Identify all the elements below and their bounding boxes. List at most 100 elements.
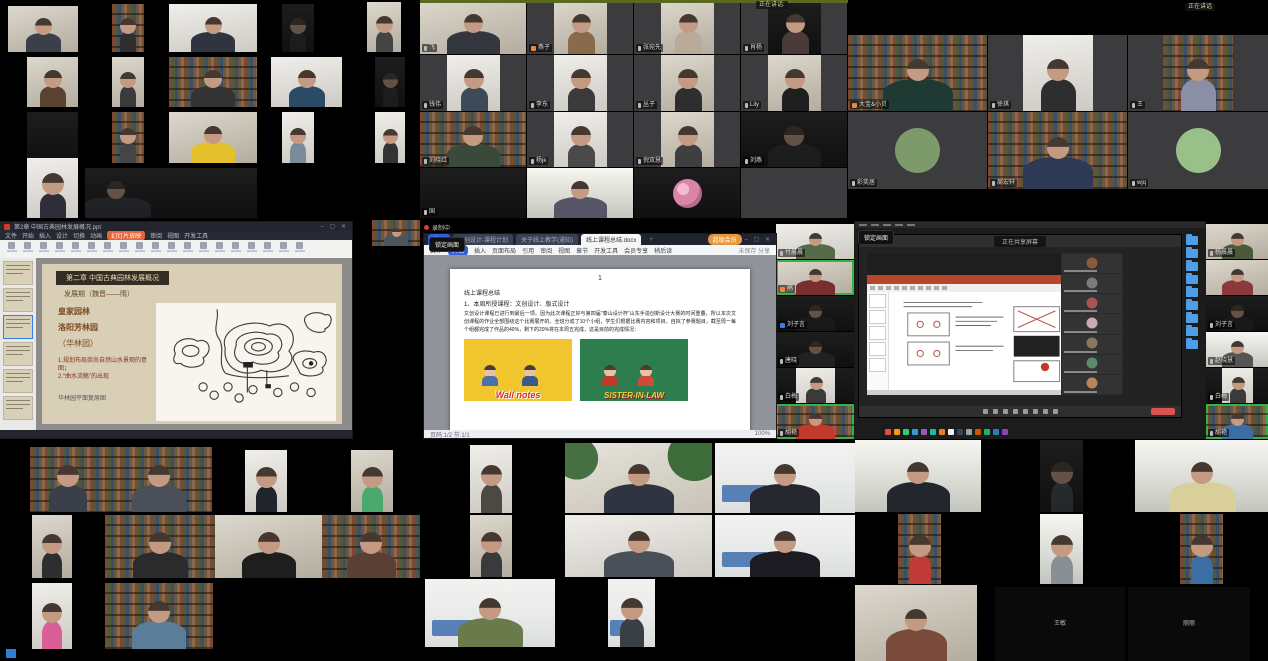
menu-item[interactable]: 审阅 <box>150 231 162 240</box>
toolbar-button[interactable] <box>294 242 305 252</box>
document-tab[interactable]: 关于线上教学(通知) <box>516 234 578 245</box>
video-tile[interactable] <box>32 583 72 649</box>
writer-tab-bar[interactable]: 首页文创设计-课程计划关于线上教学(通知)线上课程总结.docx+超级会员– ▢… <box>424 234 776 245</box>
window-controls[interactable]: – ▢ ✕ <box>745 236 772 243</box>
video-tile[interactable]: 王敏 <box>995 587 1125 661</box>
menu-item[interactable]: 设计 <box>56 231 68 240</box>
participant-row[interactable] <box>1062 335 1122 354</box>
video-tile[interactable] <box>715 443 855 513</box>
video-tile[interactable] <box>8 6 78 52</box>
participant-row[interactable] <box>1062 355 1122 374</box>
dock-icon[interactable] <box>993 429 999 435</box>
video-tile[interactable] <box>1040 440 1083 512</box>
toolbar-button[interactable] <box>54 242 65 252</box>
menu-item[interactable]: 幻灯片放映 <box>107 231 145 240</box>
toolbar-button[interactable] <box>70 242 81 252</box>
video-tile[interactable] <box>112 57 144 107</box>
toolbar-button[interactable] <box>22 242 33 252</box>
toolbar-button[interactable] <box>278 242 289 252</box>
menu-item[interactable]: 视图 <box>167 231 179 240</box>
dock-icon[interactable] <box>948 429 954 435</box>
folder-icon[interactable] <box>1186 314 1198 323</box>
video-tile[interactable] <box>1206 260 1268 295</box>
dock-icon[interactable] <box>903 429 909 435</box>
video-tile[interactable] <box>30 447 105 512</box>
menu-item[interactable]: 开始 <box>22 231 34 240</box>
window-controls[interactable]: – ▢ ✕ <box>321 223 348 230</box>
zoom-level[interactable]: 100% <box>755 431 770 437</box>
desktop-folder-icons[interactable] <box>1182 236 1202 408</box>
powerpoint-thumbnails[interactable] <box>867 292 889 390</box>
presentation-menubar[interactable]: 文件开始插入设计切换动画幻灯片放映审阅视图开发工具 <box>0 231 352 240</box>
video-tile[interactable] <box>6 649 16 658</box>
video-tile[interactable] <box>565 443 712 513</box>
video-tile[interactable] <box>855 440 981 512</box>
video-tile[interactable]: 国 <box>420 168 526 218</box>
toolbar-button[interactable] <box>38 242 49 252</box>
toolbar-button[interactable] <box>134 242 145 252</box>
menu-item[interactable]: 会员专享 <box>624 246 648 255</box>
video-tile[interactable]: 刘燕 <box>741 112 847 167</box>
menu-item[interactable]: 引用 <box>522 246 534 255</box>
video-tile[interactable]: 丛子 <box>634 55 740 111</box>
video-tile[interactable]: 燕子 <box>527 0 633 54</box>
video-tile[interactable]: wjq <box>1128 112 1268 189</box>
video-tile[interactable]: 丽丽 <box>1128 587 1250 661</box>
participant-row[interactable] <box>1062 314 1122 333</box>
video-tile[interactable] <box>1040 514 1083 584</box>
menu-item[interactable]: 稍后读 <box>654 246 672 255</box>
video-tile[interactable] <box>1135 440 1268 512</box>
menu-item[interactable]: 文件 <box>5 231 17 240</box>
video-tile[interactable] <box>27 158 78 218</box>
video-tile[interactable]: 白梅 <box>1206 368 1268 403</box>
video-tile[interactable] <box>470 445 512 513</box>
toolbar-button[interactable] <box>230 242 241 252</box>
video-tile[interactable]: 白梅 <box>776 368 854 403</box>
video-tile[interactable]: 杨晨晨 <box>1206 224 1268 259</box>
video-tile[interactable]: 付晨晨 <box>776 224 854 259</box>
toolbar-button[interactable] <box>6 242 17 252</box>
dock-icon[interactable] <box>930 429 936 435</box>
menu-item[interactable]: 动画 <box>90 231 102 240</box>
video-tile[interactable] <box>85 168 257 218</box>
dock-icon[interactable] <box>966 429 972 435</box>
toolbar-button[interactable] <box>150 242 161 252</box>
video-tile[interactable] <box>470 515 512 577</box>
video-tile[interactable]: 周宏轩 <box>988 112 1127 189</box>
toolbar-button[interactable] <box>214 242 225 252</box>
menu-item[interactable]: 章节 <box>576 246 588 255</box>
document-page[interactable]: 1 线上课程总结 1、本周所授课程：文创设计、版式设计 文创设计课程已进行到最后… <box>450 269 750 430</box>
menu-item[interactable]: 审阅 <box>540 246 552 255</box>
slide-thumbnail-panel[interactable] <box>0 258 36 430</box>
dock-icon[interactable] <box>1002 429 1008 435</box>
video-tile[interactable] <box>375 57 405 107</box>
video-tile[interactable]: Lily <box>741 55 847 111</box>
folder-icon[interactable] <box>1186 275 1198 284</box>
folder-icon[interactable] <box>1186 327 1198 336</box>
video-tile[interactable] <box>375 112 405 163</box>
folder-icon[interactable] <box>1186 262 1198 271</box>
video-tile[interactable]: 大宝&小贝 <box>848 35 987 111</box>
slide-thumbnail[interactable] <box>3 315 33 339</box>
menu-item[interactable]: 开发工具 <box>594 246 618 255</box>
video-tile[interactable] <box>565 515 712 577</box>
video-tile[interactable]: 胡艳 <box>1206 404 1268 439</box>
video-tile[interactable] <box>105 583 213 649</box>
video-tile[interactable] <box>271 57 342 107</box>
video-tile[interactable] <box>245 450 287 512</box>
dock-icon[interactable] <box>894 429 900 435</box>
folder-icon[interactable] <box>1186 249 1198 258</box>
video-tile[interactable] <box>425 579 555 647</box>
video-tile[interactable] <box>741 168 847 218</box>
video-tile[interactable]: 刘晓红 <box>420 112 526 167</box>
video-tile[interactable] <box>105 515 215 578</box>
writer-menubar[interactable]: 文件开始插入页面布局引用审阅视图章节开发工具会员专享稍后读未保存 分享 <box>424 245 776 255</box>
slide-thumbnail[interactable] <box>3 369 33 393</box>
dock-icon[interactable] <box>912 429 918 435</box>
slide-thumbnail[interactable] <box>3 288 33 312</box>
meeting-toolbar[interactable] <box>859 406 1181 417</box>
menu-item[interactable]: 插入 <box>39 231 51 240</box>
video-tile[interactable] <box>112 4 144 52</box>
participant-row[interactable] <box>1062 274 1122 293</box>
video-tile[interactable]: 刘子言 <box>776 296 854 331</box>
